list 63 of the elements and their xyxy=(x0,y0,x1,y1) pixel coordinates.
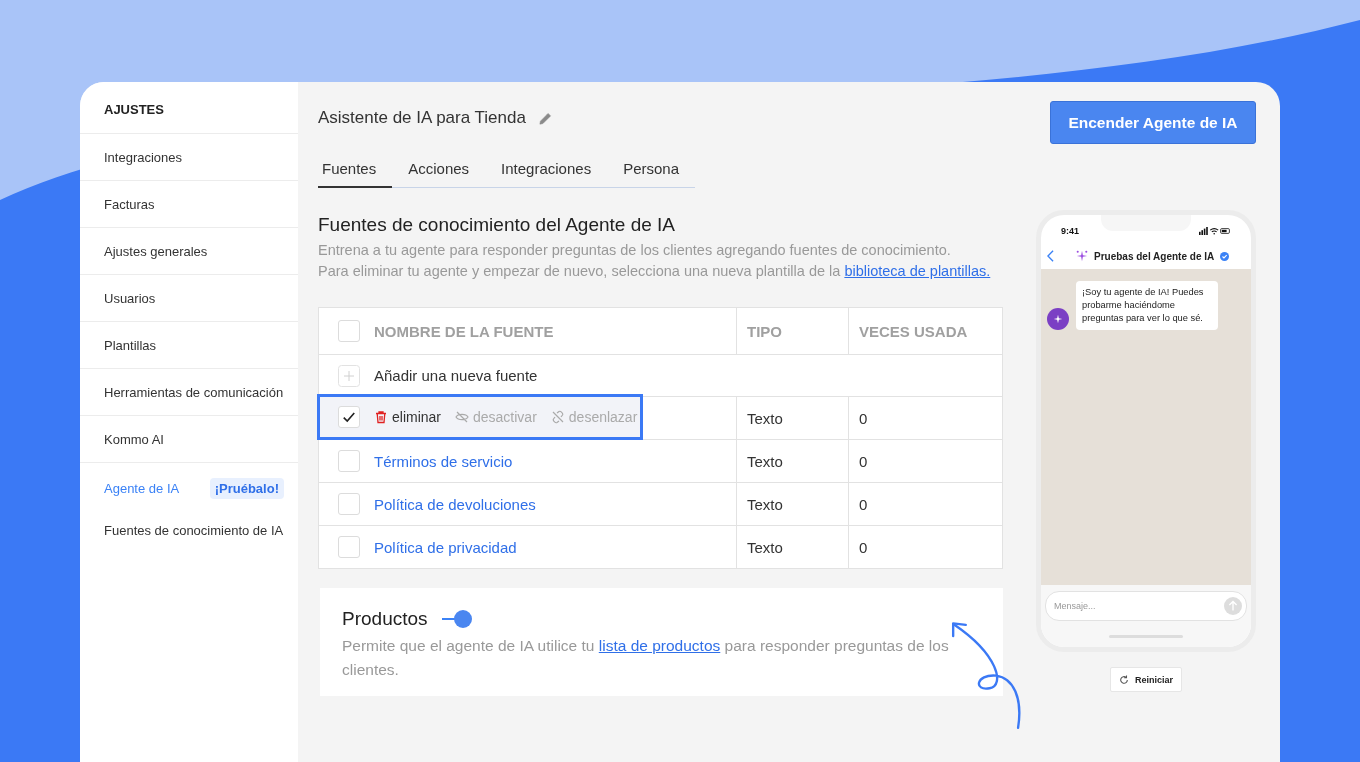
products-list-link[interactable]: lista de productos xyxy=(598,637,721,654)
unlink-icon xyxy=(550,410,565,424)
verified-icon xyxy=(1220,251,1230,261)
templates-link[interactable]: biblioteca de plantillas. xyxy=(844,262,991,279)
row-checkbox[interactable] xyxy=(338,406,360,428)
table-cell: 0 xyxy=(859,409,868,427)
sidebar-item[interactable]: Herramientas de comunicación xyxy=(104,384,284,400)
back-icon[interactable] xyxy=(1047,250,1054,262)
source-link[interactable]: Política de privacidad xyxy=(374,538,517,556)
sidebar-item[interactable]: Facturas xyxy=(104,196,155,212)
sidebar-item[interactable]: Ajustes generales xyxy=(104,243,208,259)
column-header: VECES USADA xyxy=(859,322,968,340)
table-cell: Texto xyxy=(747,409,783,427)
tab[interactable]: Integraciones xyxy=(485,154,608,188)
agent-avatar xyxy=(1047,308,1069,330)
enable-agent-button[interactable]: Encender Agente de IA xyxy=(1050,101,1256,144)
table-cell: Texto xyxy=(747,452,783,470)
tab[interactable]: Acciones xyxy=(392,154,486,188)
section-intro: Entrena a tu agente para responder preguntas de los clientes agregando fuentes de conocimiento. xyxy=(318,241,952,260)
refresh-icon xyxy=(1118,674,1129,685)
products-title: Productos xyxy=(342,608,428,630)
section-description: Para eliminar tu agente y empezar de nuevo, selecciona una nueva plantilla de la biblioteca de plantillas. xyxy=(318,261,992,281)
send-icon[interactable] xyxy=(1224,597,1242,615)
table-cell: 0 xyxy=(859,495,868,513)
sidebar-item[interactable]: Agente de IA xyxy=(104,480,180,496)
source-link[interactable]: Política de devoluciones xyxy=(374,495,536,513)
status-icons xyxy=(1199,227,1231,235)
table-cell: 0 xyxy=(859,452,868,470)
column-header: NOMBRE DE LA FUENTE xyxy=(374,322,554,340)
sidebar-item[interactable]: Usuarios xyxy=(104,290,156,306)
sidebar-item[interactable]: Plantillas xyxy=(104,337,157,353)
tab[interactable]: Fuentes xyxy=(318,154,393,188)
table-cell: Texto xyxy=(747,495,783,513)
sidebar-item[interactable]: Kommo AI xyxy=(104,431,164,447)
table-cell: 0 xyxy=(859,538,868,556)
edit-icon[interactable] xyxy=(537,110,553,126)
row-checkbox[interactable] xyxy=(338,493,360,515)
table-cell: Texto xyxy=(747,538,783,556)
chat-title: Pruebas del Agente de IA xyxy=(1094,250,1215,262)
try-it-badge: ¡Pruébalo! xyxy=(209,477,284,499)
select-all-checkbox[interactable] xyxy=(338,320,360,342)
status-time: 9:41 xyxy=(1061,226,1079,236)
row-checkbox[interactable] xyxy=(338,450,360,472)
sidebar-item[interactable]: Integraciones xyxy=(104,149,183,165)
row-checkbox[interactable] xyxy=(338,536,360,558)
sparkle-icon xyxy=(1076,250,1088,262)
source-link[interactable]: Términos de servicio xyxy=(374,452,513,470)
sidebar-title: AJUSTES xyxy=(80,102,298,134)
assistant-title: Asistente de IA para Tienda xyxy=(318,108,526,128)
add-source-button[interactable]: Añadir una nueva fuente xyxy=(374,367,538,384)
column-header: TIPO xyxy=(747,322,782,340)
eye-off-icon xyxy=(455,410,469,424)
sidebar-subitem[interactable]: Fuentes de conocimiento de IA xyxy=(104,522,284,538)
products-description: Permite que el agente de IA utilice tu lista de productos para responder preguntas de los clientes. xyxy=(342,636,950,680)
add-icon[interactable] xyxy=(338,364,360,387)
products-toggle[interactable] xyxy=(441,610,472,628)
check-icon xyxy=(342,410,356,424)
delete-button[interactable]: eliminar xyxy=(374,409,441,425)
trash-icon xyxy=(374,410,388,424)
restart-button[interactable]: Reiniciar xyxy=(1109,667,1182,692)
chat-message: ¡Soy tu agente de IA! Puedes probarme haciéndome preguntas para ver lo que sé. xyxy=(1076,281,1218,330)
tab[interactable]: Persona xyxy=(607,154,695,188)
section-heading: Fuentes de conocimiento del Agente de IA xyxy=(318,214,677,236)
